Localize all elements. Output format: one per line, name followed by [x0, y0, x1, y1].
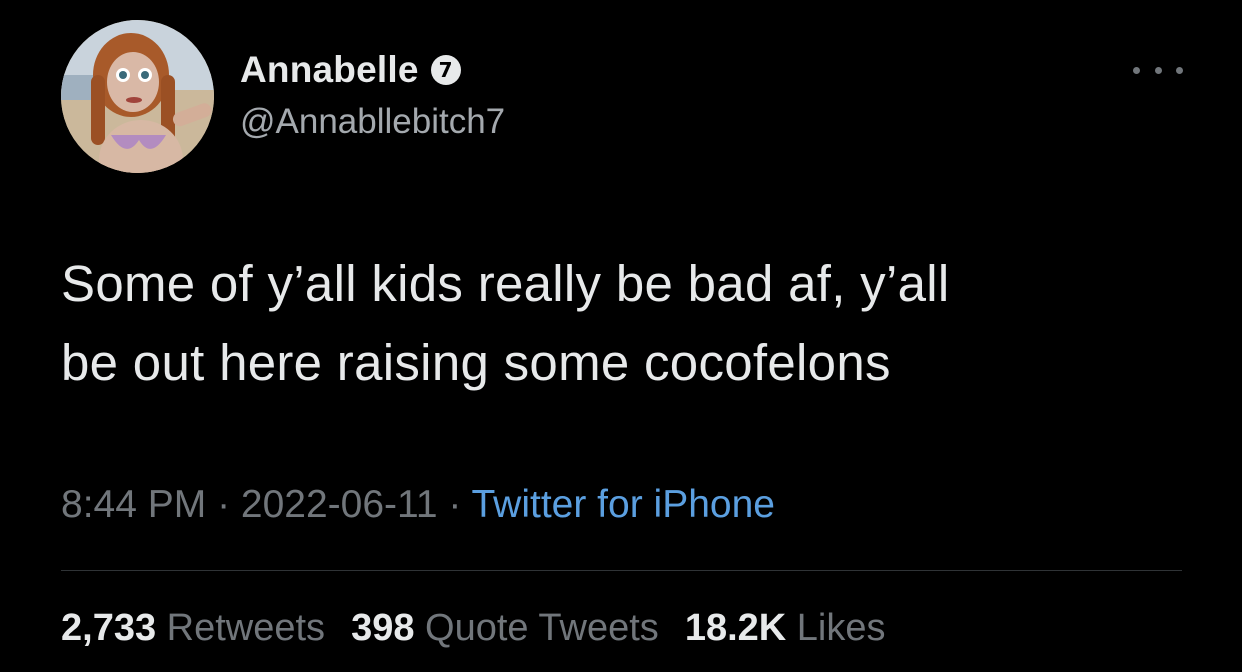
likes-stat[interactable]: 18.2K Likes: [685, 607, 886, 650]
tweet-date[interactable]: 2022-06-11: [241, 483, 438, 526]
author-name-row[interactable]: Annabelle 7: [240, 48, 461, 92]
tweet-detail: Annabelle 7 @Annabllebitch7 Some of y’al…: [0, 0, 1242, 672]
quote-tweets-count: 398: [351, 607, 415, 649]
likes-count: 18.2K: [684, 607, 787, 649]
tweet-time[interactable]: 8:44 PM: [61, 483, 206, 526]
user-handle[interactable]: @Annabllebitch7: [240, 102, 505, 142]
display-name[interactable]: Annabelle: [240, 49, 419, 91]
retweets-label: Retweets: [166, 607, 326, 649]
tweet-text-line: Some of y’all kids really be bad af, y’a…: [61, 255, 950, 312]
verified-badge-icon: 7: [430, 55, 461, 85]
avatar-image: [61, 20, 214, 173]
divider: [61, 570, 1182, 571]
engagement-stats: 2,733 Retweets 398 Quote Tweets 18.2K Li…: [61, 607, 912, 650]
dot: [1176, 66, 1183, 74]
meta-separator: ·: [437, 483, 472, 526]
dot: [1133, 66, 1140, 74]
tweet-meta: 8:44 PM · 2022-06-11 · Twitter for iPhon…: [61, 483, 775, 527]
dot: [1154, 66, 1162, 74]
quote-tweets-label: Quote Tweets: [425, 607, 659, 649]
more-options-icon[interactable]: [1133, 60, 1183, 80]
quote-tweets-stat[interactable]: 398 Quote Tweets: [351, 607, 659, 650]
retweets-stat[interactable]: 2,733 Retweets: [61, 607, 325, 650]
tweet-text-line: be out here raising some cocofelons: [61, 334, 891, 391]
avatar[interactable]: [61, 20, 214, 173]
tweet-source-link[interactable]: Twitter for iPhone: [472, 483, 775, 526]
meta-separator: ·: [206, 483, 241, 526]
tweet-text: Some of y’all kids really be bad af, y’a…: [61, 244, 1191, 402]
retweets-count: 2,733: [61, 607, 157, 649]
likes-label: Likes: [796, 607, 886, 649]
